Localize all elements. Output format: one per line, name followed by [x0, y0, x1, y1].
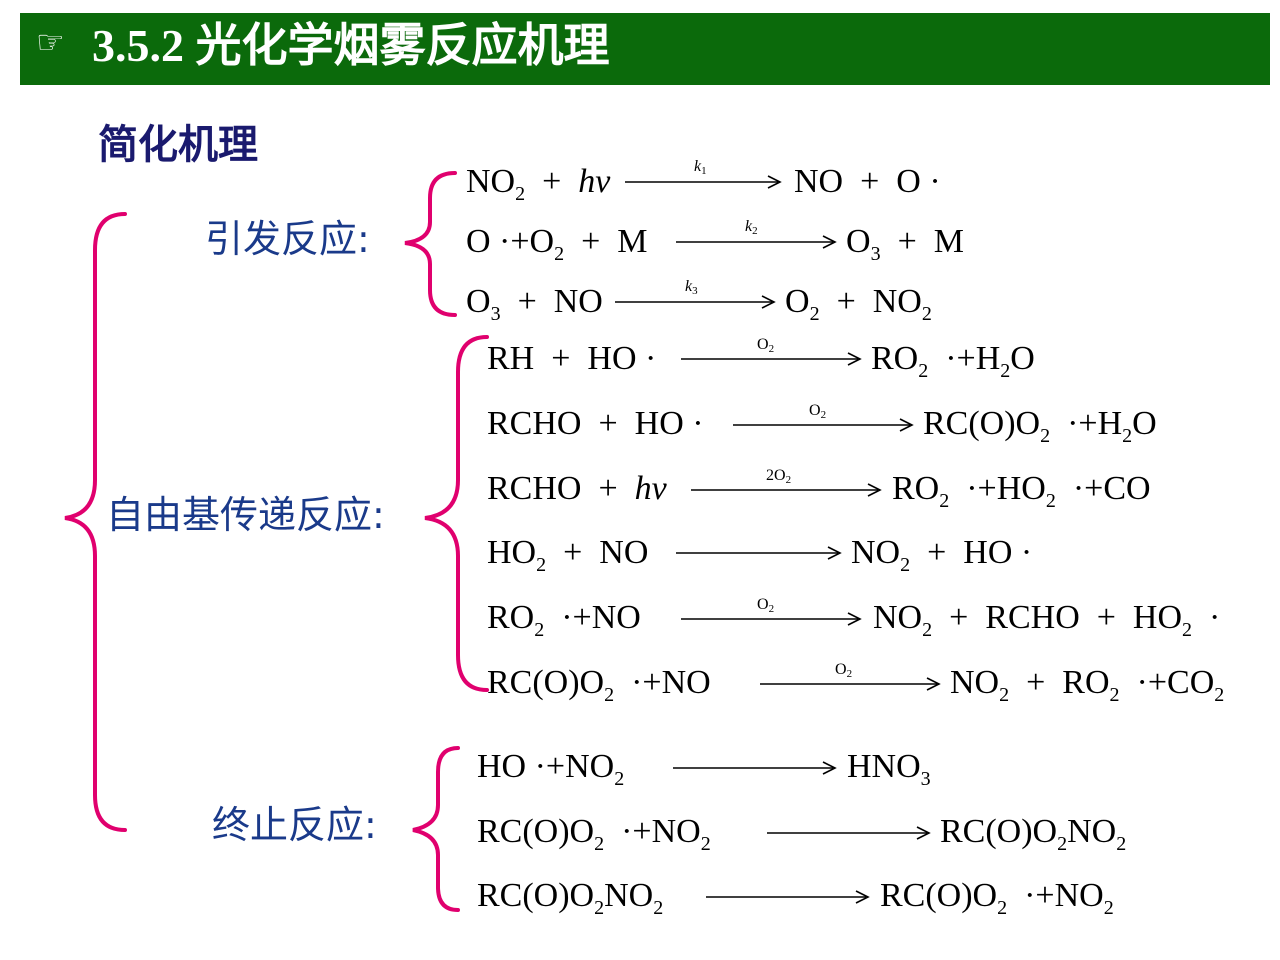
eq-products: NO2 + RO2 ·+CO2 [950, 664, 1225, 706]
eq-reactants: HO ·+NO2 [477, 748, 625, 790]
eq-reactants: RC(O)O2NO2 [477, 877, 664, 919]
condition-o2: O2 [757, 596, 775, 615]
eq-reactants: NO2 + hv [466, 163, 611, 205]
eq-reactants: RC(O)O2 ·+NO [487, 664, 711, 706]
eq-reactants: O3 + NO [466, 283, 603, 325]
brace-main [64, 212, 127, 832]
eq-products: HNO3 [847, 748, 931, 790]
eq-reactants: RCHO + HO · [487, 405, 704, 442]
eq-reactants: RCHO + hv [487, 470, 667, 507]
eq-products: RO2 ·+HO2 ·+CO [892, 470, 1151, 512]
eq-reactants: RO2 ·+NO [487, 599, 641, 641]
eq-products: NO + O · [794, 163, 941, 200]
eq-reactants: RH + HO · [487, 340, 657, 377]
brace-termination [412, 746, 460, 912]
condition-2o2: 2O2 [766, 467, 792, 486]
rate-constant-k2: k2 [745, 218, 758, 237]
eq-products: O2 + NO2 [785, 283, 932, 325]
eq-reactants: RC(O)O2 ·+NO2 [477, 813, 711, 855]
brace-propagation [424, 335, 489, 692]
condition-o2: O2 [809, 402, 827, 421]
eq-products: NO2 + RCHO + HO2 · [873, 599, 1221, 641]
rate-constant-k1: k1 [694, 158, 707, 177]
eq-reactants: HO2 + NO [487, 534, 649, 576]
condition-o2: O2 [835, 661, 853, 680]
eq-products: RO2 ·+H2O [871, 340, 1035, 382]
rate-constant-k3: k3 [685, 278, 698, 297]
eq-products: NO2 + HO · [851, 534, 1033, 576]
eq-products: RC(O)O2 ·+H2O [923, 405, 1157, 447]
brace-initiation [404, 171, 457, 317]
eq-products: RC(O)O2 ·+NO2 [880, 877, 1114, 919]
condition-o2: O2 [757, 336, 775, 355]
eq-reactants: O ·+O2 + M [466, 223, 648, 265]
eq-products: RC(O)O2NO2 [940, 813, 1127, 855]
eq-products: O3 + M [846, 223, 964, 265]
